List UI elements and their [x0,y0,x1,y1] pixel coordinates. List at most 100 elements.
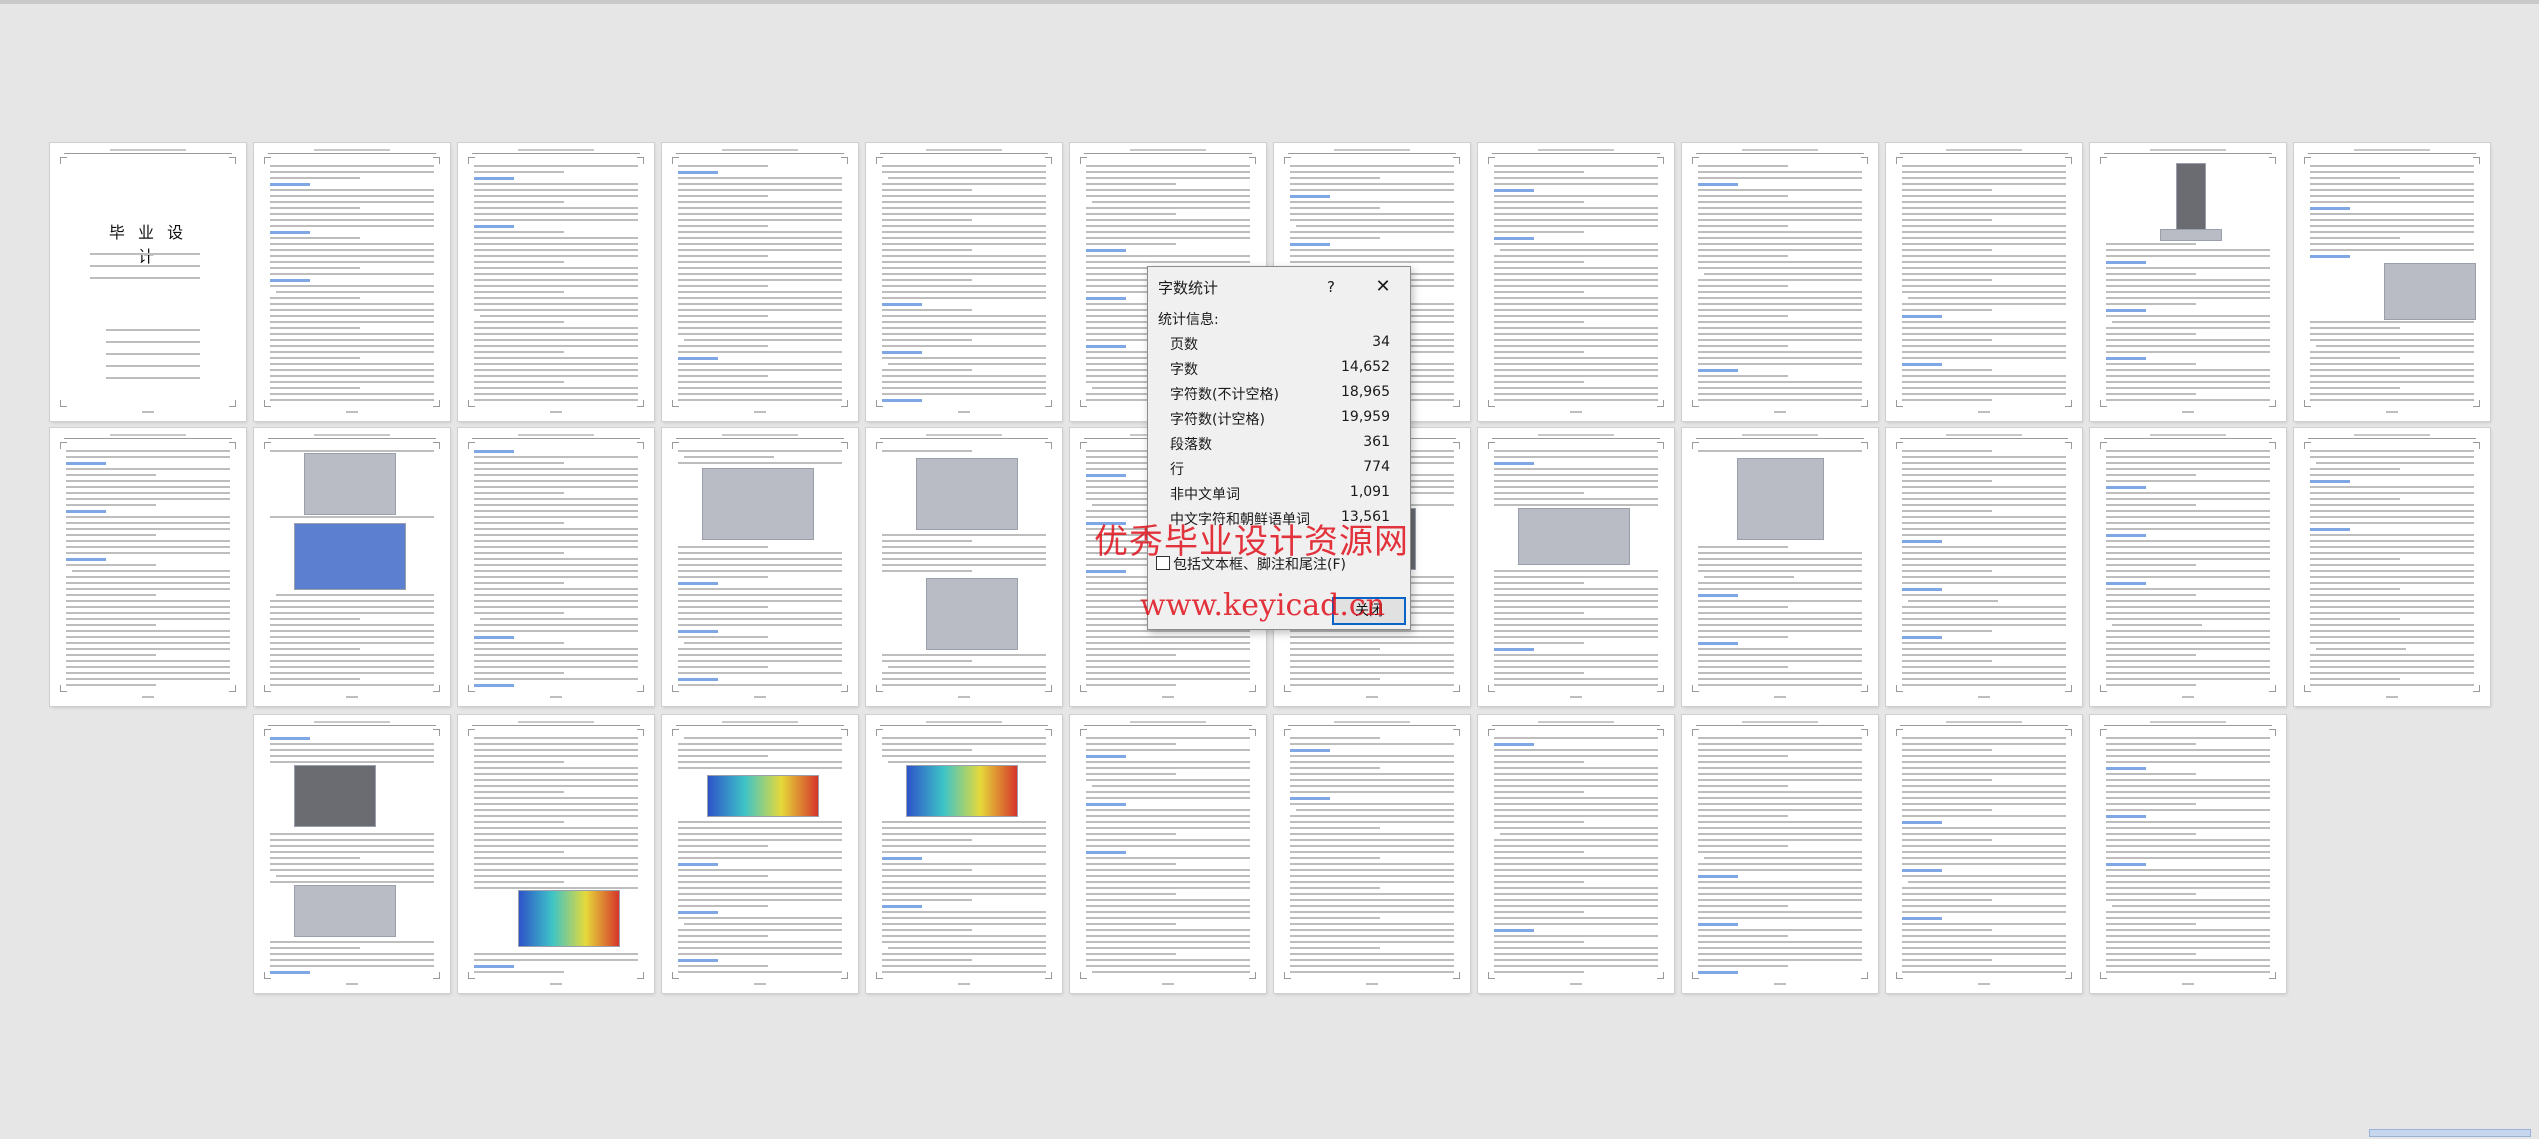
document-page-thumbnail[interactable] [1478,428,1674,706]
text-line [2310,546,2474,548]
text-line [678,345,768,347]
document-page-thumbnail[interactable] [1478,143,1674,421]
page-margin-mark [2065,400,2072,407]
text-line [1494,486,1658,488]
page-header-rule [1084,153,1252,154]
highlighted-text [678,863,718,866]
text-line [474,249,638,251]
text-line [270,743,434,745]
document-page-thumbnail[interactable] [50,428,246,706]
document-page-thumbnail[interactable] [1682,428,1878,706]
text-line [678,749,842,751]
text-line [474,953,638,955]
document-page-thumbnail[interactable] [458,715,654,993]
document-page-thumbnail[interactable] [458,428,654,706]
text-line [882,570,972,572]
text-line [1092,971,1250,973]
text-line [1902,594,2066,596]
highlighted-text [2106,582,2146,585]
document-page-thumbnail[interactable] [662,143,858,421]
document-page-thumbnail[interactable] [662,428,858,706]
page-margin-mark [1657,729,1664,736]
page-margin-mark [1488,157,1495,164]
document-page-thumbnail[interactable] [1682,143,1878,421]
page-header-rule [64,153,232,154]
text-line [1086,953,1176,955]
text-line [1290,648,1380,650]
page-margin-mark [2304,400,2311,407]
text-line [2310,612,2474,614]
page-margin-mark [876,157,883,164]
document-page-thumbnail[interactable] [2090,428,2286,706]
highlighted-text [474,225,514,228]
document-page-thumbnail[interactable] [1886,715,2082,993]
text-line [1494,755,1658,757]
text-line [678,273,842,275]
document-page-thumbnail[interactable] [254,428,450,706]
page-header-rule [1288,153,1456,154]
document-page-thumbnail[interactable] [458,143,654,421]
document-page-thumbnail[interactable] [866,428,1062,706]
document-page-thumbnail[interactable] [1478,715,1674,993]
document-page-thumbnail[interactable] [2294,428,2490,706]
text-line [474,648,638,650]
highlighted-text [882,303,922,306]
document-page-thumbnail[interactable] [1682,715,1878,993]
text-line [1086,839,1250,841]
text-line [1290,935,1454,937]
text-line [66,642,230,644]
document-page-thumbnail[interactable] [254,715,450,993]
text-line [1902,195,2066,197]
text-line [1290,249,1454,251]
text-line [474,791,564,793]
text-line [678,237,842,239]
text-line [1698,237,1862,239]
document-page-thumbnail[interactable] [1886,428,2082,706]
text-line [106,329,200,331]
highlighted-text [678,582,718,585]
text-line [1698,737,1862,739]
document-page-thumbnail[interactable] [1274,715,1470,993]
document-page-thumbnail[interactable] [2294,143,2490,421]
page-margin-mark [2065,685,2072,692]
text-line [1698,965,1788,967]
document-page-thumbnail[interactable] [2090,143,2286,421]
document-page-thumbnail[interactable] [866,143,1062,421]
text-line [1698,345,1788,347]
text-line [270,345,434,347]
text-line [474,797,638,799]
text-line [1494,588,1658,590]
document-page-thumbnail[interactable] [866,715,1062,993]
text-line [1902,612,2066,614]
text-line [2106,785,2270,787]
document-page-thumbnail[interactable] [1070,715,1266,993]
text-line [1698,636,1788,638]
help-icon[interactable]: ? [1318,275,1344,299]
text-line [270,393,434,395]
text-line [882,450,972,452]
page-margin-mark [1896,685,1903,692]
document-page-thumbnail[interactable]: 毕 业 设 计 [50,143,246,421]
text-line [474,869,638,871]
text-line [2106,923,2196,925]
text-line [1494,303,1658,305]
text-line [1902,261,2066,263]
text-line [2106,899,2270,901]
text-line [474,660,638,662]
text-line [1086,947,1250,949]
close-icon[interactable]: ✕ [1369,275,1397,299]
text-line [882,743,1046,745]
highlighted-text [66,558,106,561]
text-line [1494,624,1658,626]
text-line [1698,387,1862,389]
text-line [2106,618,2270,620]
document-page-thumbnail[interactable] [662,715,858,993]
document-page-thumbnail[interactable] [254,143,450,421]
text-line [1290,672,1454,674]
highlighted-text [1494,743,1534,746]
text-line [474,516,638,518]
document-page-thumbnail[interactable] [2090,715,2286,993]
document-page-thumbnail[interactable] [1886,143,2082,421]
scroll-indicator[interactable] [2369,1129,2531,1137]
text-line [1902,486,2066,488]
